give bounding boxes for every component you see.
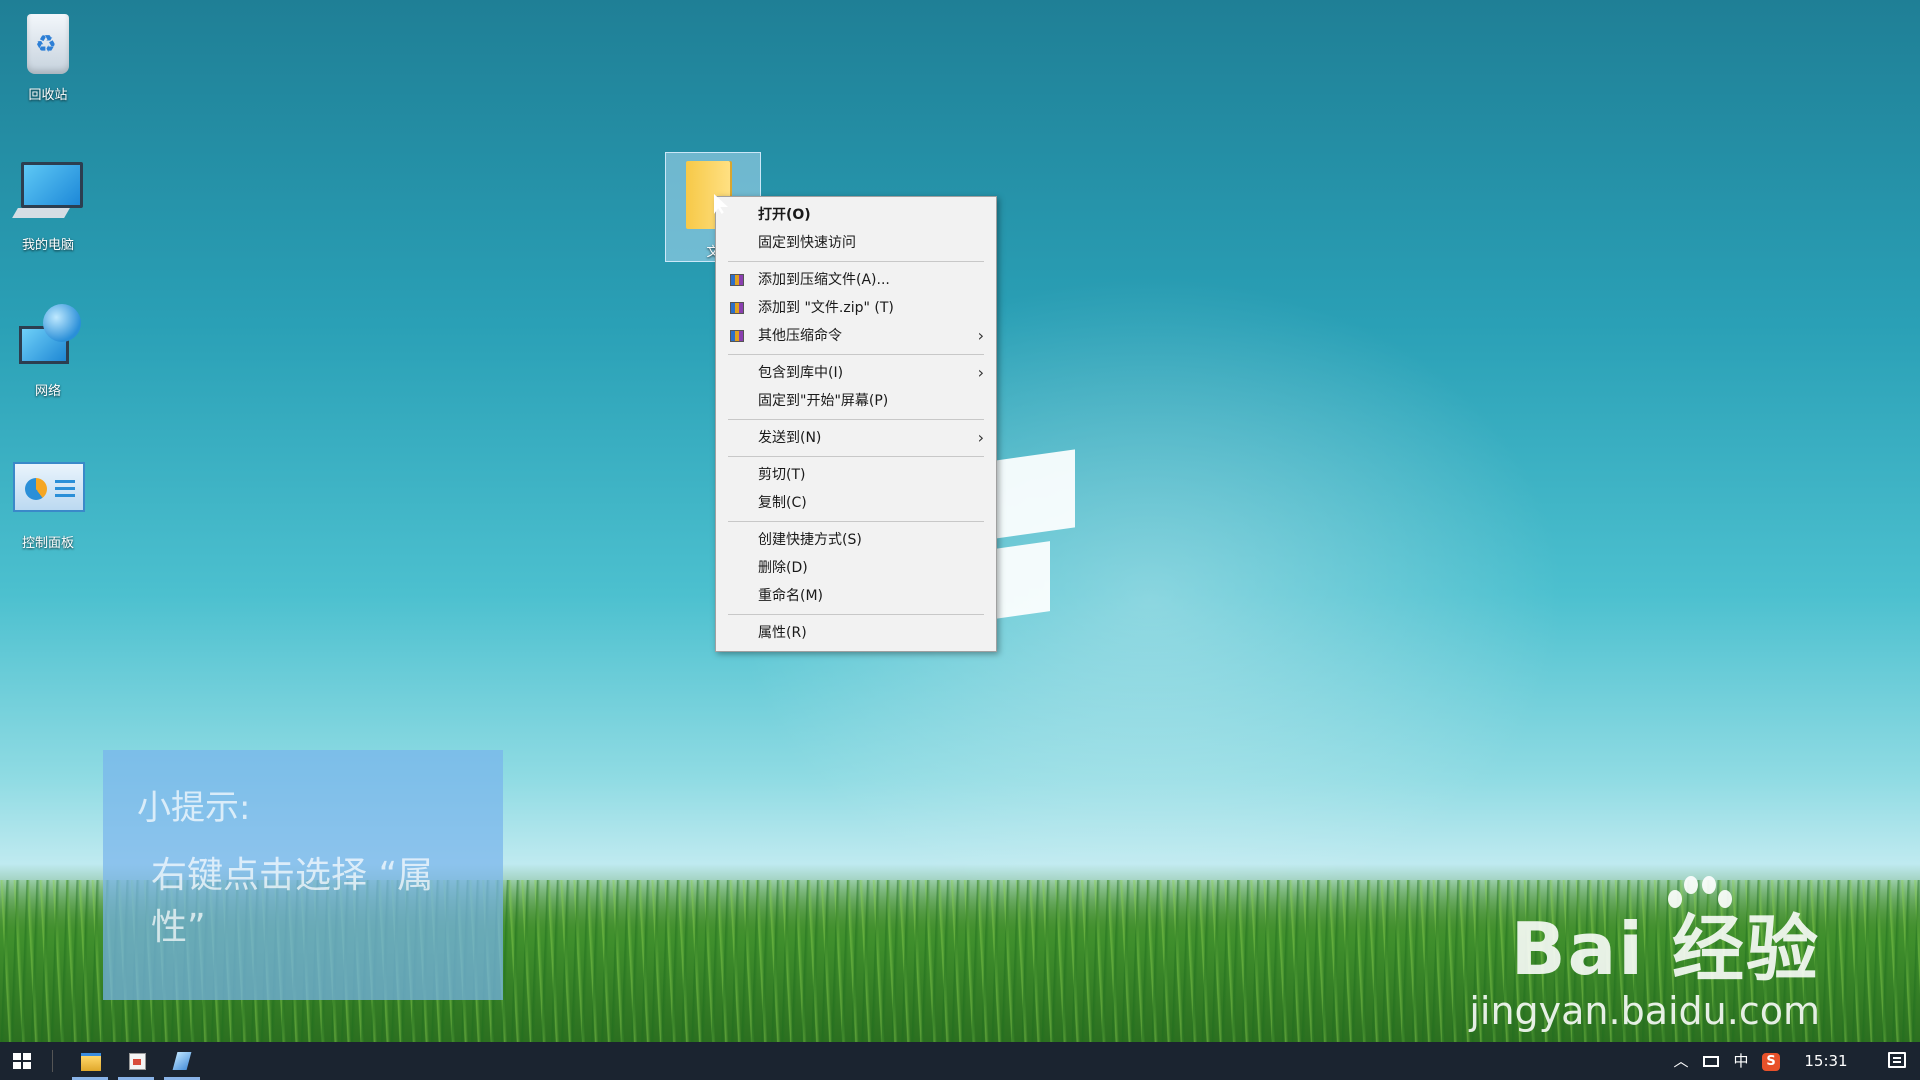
- monitor-icon: [1703, 1056, 1719, 1067]
- winrar-icon: [730, 274, 744, 286]
- context-menu: 打开(O) 固定到快速访问 添加到压缩文件(A)... 添加到 "文件.zip"…: [715, 196, 997, 652]
- watermark: Bai 经验 jingyan.baidu.com: [1469, 890, 1820, 1033]
- menu-item-label: 复制(C): [758, 495, 807, 511]
- windows-logo-pane: [995, 541, 1050, 619]
- recycle-bin-icon: [13, 8, 83, 78]
- menu-item-label: 包含到库中(I): [758, 365, 844, 381]
- windows-logo-pane: [995, 449, 1075, 539]
- chevron-right-icon: ›: [977, 363, 984, 382]
- menu-item-other-compress[interactable]: 其他压缩命令 ›: [716, 322, 996, 350]
- menu-item-label: 添加到 "文件.zip" (T): [758, 300, 894, 316]
- sogou-icon: S: [1762, 1052, 1780, 1071]
- menu-item-label: 发送到(N): [758, 430, 822, 446]
- menu-separator: [728, 419, 984, 420]
- ime-indicator[interactable]: 中: [1728, 1042, 1754, 1080]
- menu-item-add-to-archive[interactable]: 添加到压缩文件(A)...: [716, 266, 996, 294]
- taskbar-divider: [52, 1050, 53, 1072]
- notification-center-icon[interactable]: [1888, 1052, 1906, 1068]
- menu-item-label: 固定到快速访问: [758, 235, 856, 251]
- clock[interactable]: 15:31: [1796, 1042, 1856, 1080]
- menu-separator: [728, 521, 984, 522]
- menu-item-copy[interactable]: 复制(C): [716, 489, 996, 517]
- taskbar: ︿ 中 S 15:31: [0, 1042, 1920, 1080]
- desktop-icon-recycle-bin[interactable]: 回收站: [0, 8, 96, 103]
- menu-item-label: 重命名(M): [758, 588, 824, 604]
- menu-separator: [728, 456, 984, 457]
- chevron-up-icon: ︿: [1673, 1052, 1689, 1070]
- taskbar-app-3[interactable]: [160, 1042, 204, 1080]
- menu-item-label: 添加到压缩文件(A)...: [758, 272, 890, 288]
- menu-item-label: 打开(O): [758, 207, 811, 223]
- file-explorer-icon: [81, 1053, 101, 1071]
- desktop-icon-control-panel[interactable]: 控制面板: [0, 456, 96, 551]
- app-icon: [129, 1053, 146, 1070]
- system-tray: ︿ 中 S 15:31: [1660, 1042, 1920, 1080]
- desktop: 回收站 我的电脑 网络 控制面板 文 打开(O) 固定到快速访问 添加到压缩文件…: [0, 0, 1920, 1080]
- desktop-icon-network[interactable]: 网络: [0, 304, 96, 399]
- menu-item-add-to-zip[interactable]: 添加到 "文件.zip" (T): [716, 294, 996, 322]
- desktop-icon-label: 回收站: [28, 88, 68, 103]
- menu-item-create-shortcut[interactable]: 创建快捷方式(S): [716, 526, 996, 554]
- winrar-icon: [730, 330, 744, 342]
- control-panel-icon: [13, 456, 85, 526]
- taskbar-app-2[interactable]: [114, 1042, 158, 1080]
- menu-item-properties[interactable]: 属性(R): [716, 619, 996, 647]
- menu-item-send-to[interactable]: 发送到(N) ›: [716, 424, 996, 452]
- ime-label: 中: [1733, 1052, 1749, 1070]
- menu-item-label: 删除(D): [758, 560, 808, 576]
- menu-item-label: 固定到"开始"屏幕(P): [758, 393, 889, 409]
- clock-time: 15:31: [1804, 1052, 1848, 1070]
- chevron-right-icon: ›: [977, 326, 984, 345]
- network-icon: [13, 304, 83, 374]
- menu-item-pin-to-start[interactable]: 固定到"开始"屏幕(P): [716, 387, 996, 415]
- desktop-icon-label: 网络: [34, 384, 61, 399]
- menu-item-include-in-library[interactable]: 包含到库中(I) ›: [716, 359, 996, 387]
- tip-title: 小提示:: [137, 788, 251, 828]
- menu-item-label: 属性(R): [758, 625, 807, 641]
- winrar-icon: [730, 302, 744, 314]
- tip-box: 小提示: 右键点击选择 “属性”: [103, 750, 503, 1000]
- taskbar-app-file-explorer[interactable]: [68, 1042, 112, 1080]
- network-tray-icon[interactable]: [1698, 1042, 1724, 1080]
- menu-item-pin-quick-access[interactable]: 固定到快速访问: [716, 229, 996, 257]
- menu-item-label: 剪切(T): [758, 467, 806, 483]
- show-hidden-icons-button[interactable]: ︿: [1668, 1042, 1694, 1080]
- menu-separator: [728, 261, 984, 262]
- menu-item-label: 其他压缩命令: [758, 328, 842, 344]
- windows-logo-icon: [13, 1053, 31, 1069]
- menu-item-label: 创建快捷方式(S): [758, 532, 862, 548]
- desktop-icon-label: 我的电脑: [21, 238, 74, 253]
- menu-item-open[interactable]: 打开(O): [716, 201, 996, 229]
- tip-text: 右键点击选择 “属性”: [151, 855, 434, 948]
- menu-separator: [728, 354, 984, 355]
- menu-item-cut[interactable]: 剪切(T): [716, 461, 996, 489]
- desktop-icon-label: 控制面板: [21, 536, 74, 551]
- start-button[interactable]: [0, 1042, 44, 1080]
- computer-icon: [12, 158, 83, 228]
- menu-separator: [728, 614, 984, 615]
- desktop-icon-computer[interactable]: 我的电脑: [0, 158, 96, 253]
- menu-item-rename[interactable]: 重命名(M): [716, 582, 996, 610]
- watermark-url: jingyan.baidu.com: [1469, 989, 1820, 1033]
- sogou-tray-icon[interactable]: S: [1758, 1042, 1784, 1080]
- watermark-brand: Bai 经验: [1510, 907, 1820, 991]
- menu-item-delete[interactable]: 删除(D): [716, 554, 996, 582]
- app-icon: [172, 1052, 192, 1070]
- chevron-right-icon: ›: [977, 428, 984, 447]
